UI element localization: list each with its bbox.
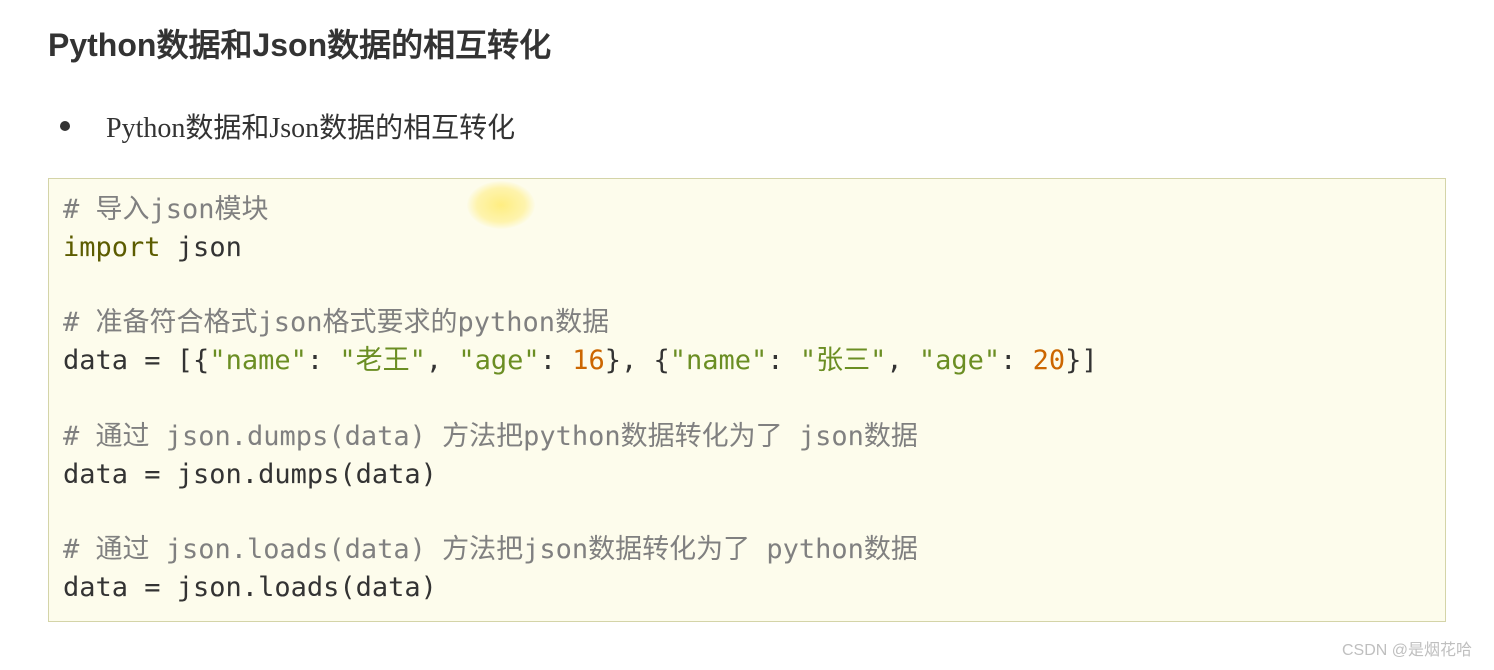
code-line: # 导入json模块 (63, 191, 1431, 229)
code-text: : (540, 345, 573, 376)
code-comment: # 导入json模块 (63, 194, 269, 225)
code-text: : (1000, 345, 1033, 376)
code-string: "张三" (800, 345, 887, 376)
code-text: : (307, 345, 340, 376)
code-line: data = json.loads(data) (63, 569, 1431, 607)
code-string: "age" (919, 345, 1000, 376)
code-text: json (161, 232, 242, 263)
code-string: "name" (670, 345, 768, 376)
code-text: }] (1065, 345, 1098, 376)
code-text: : (767, 345, 800, 376)
bullet-dot-icon (60, 121, 70, 131)
code-text: data = json.dumps(data) (63, 459, 437, 490)
code-string: "name" (209, 345, 307, 376)
code-text: , (426, 345, 459, 376)
code-comment: # 准备符合格式json格式要求的python数据 (63, 307, 609, 338)
bullet-text: Python数据和Json数据的相互转化 (106, 106, 515, 146)
watermark-text: CSDN @是烟花哈 (1342, 636, 1472, 660)
code-number: 16 (572, 345, 605, 376)
code-line: # 准备符合格式json格式要求的python数据 (63, 304, 1431, 342)
code-blank (63, 380, 1431, 418)
code-block: # 导入json模块 import json # 准备符合格式json格式要求的… (48, 178, 1446, 622)
code-keyword: import (63, 232, 161, 263)
code-blank (63, 267, 1431, 305)
code-comment: # 通过 json.loads(data) 方法把json数据转化为了 pyth… (63, 534, 918, 565)
code-line: data = json.dumps(data) (63, 456, 1431, 494)
code-line: import json (63, 229, 1431, 267)
code-string: "age" (458, 345, 539, 376)
code-text: data = [{ (63, 345, 209, 376)
code-number: 20 (1033, 345, 1066, 376)
code-text: }, { (605, 345, 670, 376)
code-comment: # 通过 json.dumps(data) 方法把python数据转化为了 js… (63, 421, 918, 452)
page-title: Python数据和Json数据的相互转化 (48, 20, 1446, 66)
code-line: # 通过 json.loads(data) 方法把json数据转化为了 pyth… (63, 531, 1431, 569)
code-line: data = [{"name": "老王", "age": 16}, {"nam… (63, 342, 1431, 380)
code-text: data = json.loads(data) (63, 572, 437, 603)
code-string: "老王" (339, 345, 426, 376)
bullet-item: Python数据和Json数据的相互转化 (48, 106, 1446, 146)
code-line: # 通过 json.dumps(data) 方法把python数据转化为了 js… (63, 418, 1431, 456)
code-text: , (886, 345, 919, 376)
cursor-highlight-icon (467, 181, 535, 229)
code-blank (63, 493, 1431, 531)
